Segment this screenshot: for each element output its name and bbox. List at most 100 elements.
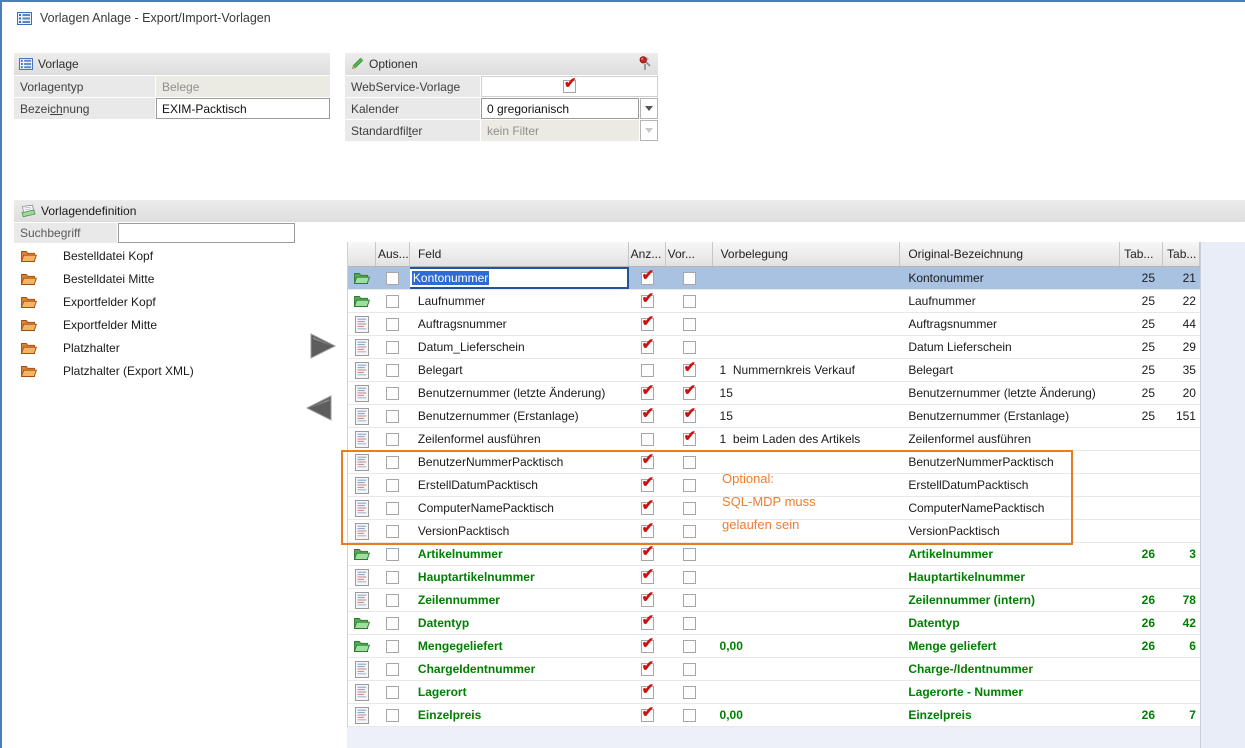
vorbelegung-checkbox[interactable]: [683, 594, 696, 607]
vorbelegung-checkbox[interactable]: [683, 272, 696, 285]
anzeigen-checkbox[interactable]: [641, 663, 654, 676]
vorbelegung-checkbox[interactable]: [683, 502, 696, 515]
aus-checkbox[interactable]: [386, 295, 399, 308]
anzeigen-checkbox[interactable]: [641, 709, 654, 722]
anzeigen-checkbox[interactable]: [641, 272, 654, 285]
anzeigen-checkbox[interactable]: [641, 640, 654, 653]
table-row[interactable]: Benutzernummer (Erstanlage) 15 Benutzern…: [348, 405, 1200, 428]
pushpin-icon[interactable]: [639, 56, 652, 71]
vorbelegung-checkbox[interactable]: [683, 571, 696, 584]
header-vor[interactable]: Vor...: [666, 242, 713, 266]
aus-checkbox[interactable]: [386, 387, 399, 400]
anzeigen-checkbox[interactable]: [641, 571, 654, 584]
header-feld[interactable]: Feld: [410, 242, 629, 266]
anzeigen-checkbox[interactable]: [641, 410, 654, 423]
aus-checkbox[interactable]: [386, 686, 399, 699]
vorbelegung-checkbox[interactable]: [683, 410, 696, 423]
table-row[interactable]: Datentyp Datentyp 26 42: [348, 612, 1200, 635]
aus-checkbox[interactable]: [386, 640, 399, 653]
aus-checkbox[interactable]: [386, 571, 399, 584]
vorbelegung-checkbox[interactable]: [683, 341, 696, 354]
vorbelegung-checkbox[interactable]: [683, 548, 696, 561]
anzeigen-checkbox[interactable]: [641, 479, 654, 492]
table-row[interactable]: Datum_Lieferschein Datum Lieferschein 25…: [348, 336, 1200, 359]
table-row[interactable]: Zeilennummer Zeilennummer (intern) 26 78: [348, 589, 1200, 612]
aus-checkbox[interactable]: [386, 318, 399, 331]
header-anz[interactable]: Anz...: [629, 242, 666, 266]
bezeichnung-input[interactable]: [156, 98, 330, 119]
aus-checkbox[interactable]: [386, 594, 399, 607]
folder-item[interactable]: Platzhalter: [14, 336, 217, 359]
folder-item[interactable]: Bestelldatei Kopf: [14, 244, 217, 267]
vorbelegung-checkbox[interactable]: [683, 364, 696, 377]
folder-item[interactable]: Exportfelder Mitte: [14, 313, 217, 336]
vorbelegung-checkbox[interactable]: [683, 433, 696, 446]
anzeigen-checkbox[interactable]: [641, 364, 654, 377]
aus-checkbox[interactable]: [386, 479, 399, 492]
kalender-input[interactable]: [481, 98, 639, 119]
kalender-dropdown-button[interactable]: [640, 98, 658, 119]
vorbelegung-checkbox[interactable]: [683, 640, 696, 653]
anzeigen-checkbox[interactable]: [641, 525, 654, 538]
aus-checkbox[interactable]: [386, 525, 399, 538]
anzeigen-checkbox[interactable]: [641, 686, 654, 699]
table-row[interactable]: ChargeIdentnummer Charge-/Identnummer: [348, 658, 1200, 681]
anzeigen-checkbox[interactable]: [641, 548, 654, 561]
vorbelegung-checkbox[interactable]: [683, 709, 696, 722]
header-tab1[interactable]: Tab...: [1120, 242, 1163, 266]
table-row[interactable]: Zeilenformel ausführen 1 beim Laden des …: [348, 428, 1200, 451]
feld-edit-box[interactable]: Kontonummer: [410, 267, 629, 289]
table-row[interactable]: Einzelpreis 0,00 Einzelpreis 26 7: [348, 704, 1200, 727]
anzeigen-checkbox[interactable]: [641, 318, 654, 331]
folder-item[interactable]: Bestelldatei Mitte: [14, 267, 217, 290]
anzeigen-checkbox[interactable]: [641, 594, 654, 607]
table-row[interactable]: Hauptartikelnummer Hauptartikelnummer: [348, 566, 1200, 589]
header-original-bezeichnung[interactable]: Original-Bezeichnung: [900, 242, 1120, 266]
anzeigen-checkbox[interactable]: [641, 387, 654, 400]
folder-item[interactable]: Exportfelder Kopf: [14, 290, 217, 313]
remove-field-arrow-button[interactable]: [304, 394, 334, 425]
vorbelegung-checkbox[interactable]: [683, 318, 696, 331]
aus-checkbox[interactable]: [386, 548, 399, 561]
header-tab2[interactable]: Tab...: [1163, 242, 1200, 266]
header-icon-column[interactable]: [348, 242, 376, 266]
anzeigen-checkbox[interactable]: [641, 433, 654, 446]
suchbegriff-input[interactable]: [118, 223, 295, 243]
table-row[interactable]: Benutzernummer (letzte Änderung) 15 Benu…: [348, 382, 1200, 405]
table-row[interactable]: Auftragsnummer Auftragsnummer 25 44: [348, 313, 1200, 336]
header-vorbelegung[interactable]: Vorbelegung: [713, 242, 901, 266]
vorbelegung-checkbox[interactable]: [683, 663, 696, 676]
aus-checkbox[interactable]: [386, 272, 399, 285]
anzeigen-checkbox[interactable]: [641, 502, 654, 515]
table-row[interactable]: Lagerort Lagerorte - Nummer: [348, 681, 1200, 704]
vorbelegung-checkbox[interactable]: [683, 295, 696, 308]
header-aus[interactable]: Aus...: [376, 242, 410, 266]
table-row[interactable]: Kontonummer Kontonummer 25 21: [348, 267, 1200, 290]
aus-checkbox[interactable]: [386, 617, 399, 630]
anzeigen-checkbox[interactable]: [641, 341, 654, 354]
folder-item[interactable]: Platzhalter (Export XML): [14, 359, 217, 382]
table-row[interactable]: Mengegeliefert 0,00 Menge geliefert 26 6: [348, 635, 1200, 658]
vorbelegung-checkbox[interactable]: [683, 686, 696, 699]
aus-checkbox[interactable]: [386, 663, 399, 676]
aus-checkbox[interactable]: [386, 456, 399, 469]
vorbelegung-checkbox[interactable]: [683, 456, 696, 469]
add-field-arrow-button[interactable]: [308, 331, 338, 364]
vorbelegung-checkbox[interactable]: [683, 525, 696, 538]
aus-checkbox[interactable]: [386, 364, 399, 377]
vorbelegung-checkbox[interactable]: [683, 387, 696, 400]
table-row[interactable]: Laufnummer Laufnummer 25 22: [348, 290, 1200, 313]
table-row[interactable]: Belegart 1 Nummernkreis Verkauf Belegart…: [348, 359, 1200, 382]
aus-checkbox[interactable]: [386, 341, 399, 354]
table-row[interactable]: Artikelnummer Artikelnummer 26 3: [348, 543, 1200, 566]
anzeigen-checkbox[interactable]: [641, 617, 654, 630]
aus-checkbox[interactable]: [386, 502, 399, 515]
webservice-checkbox[interactable]: [563, 80, 576, 93]
vorbelegung-checkbox[interactable]: [683, 617, 696, 630]
anzeigen-checkbox[interactable]: [641, 295, 654, 308]
vorbelegung-checkbox[interactable]: [683, 479, 696, 492]
aus-checkbox[interactable]: [386, 709, 399, 722]
aus-checkbox[interactable]: [386, 433, 399, 446]
anzeigen-checkbox[interactable]: [641, 456, 654, 469]
aus-checkbox[interactable]: [386, 410, 399, 423]
